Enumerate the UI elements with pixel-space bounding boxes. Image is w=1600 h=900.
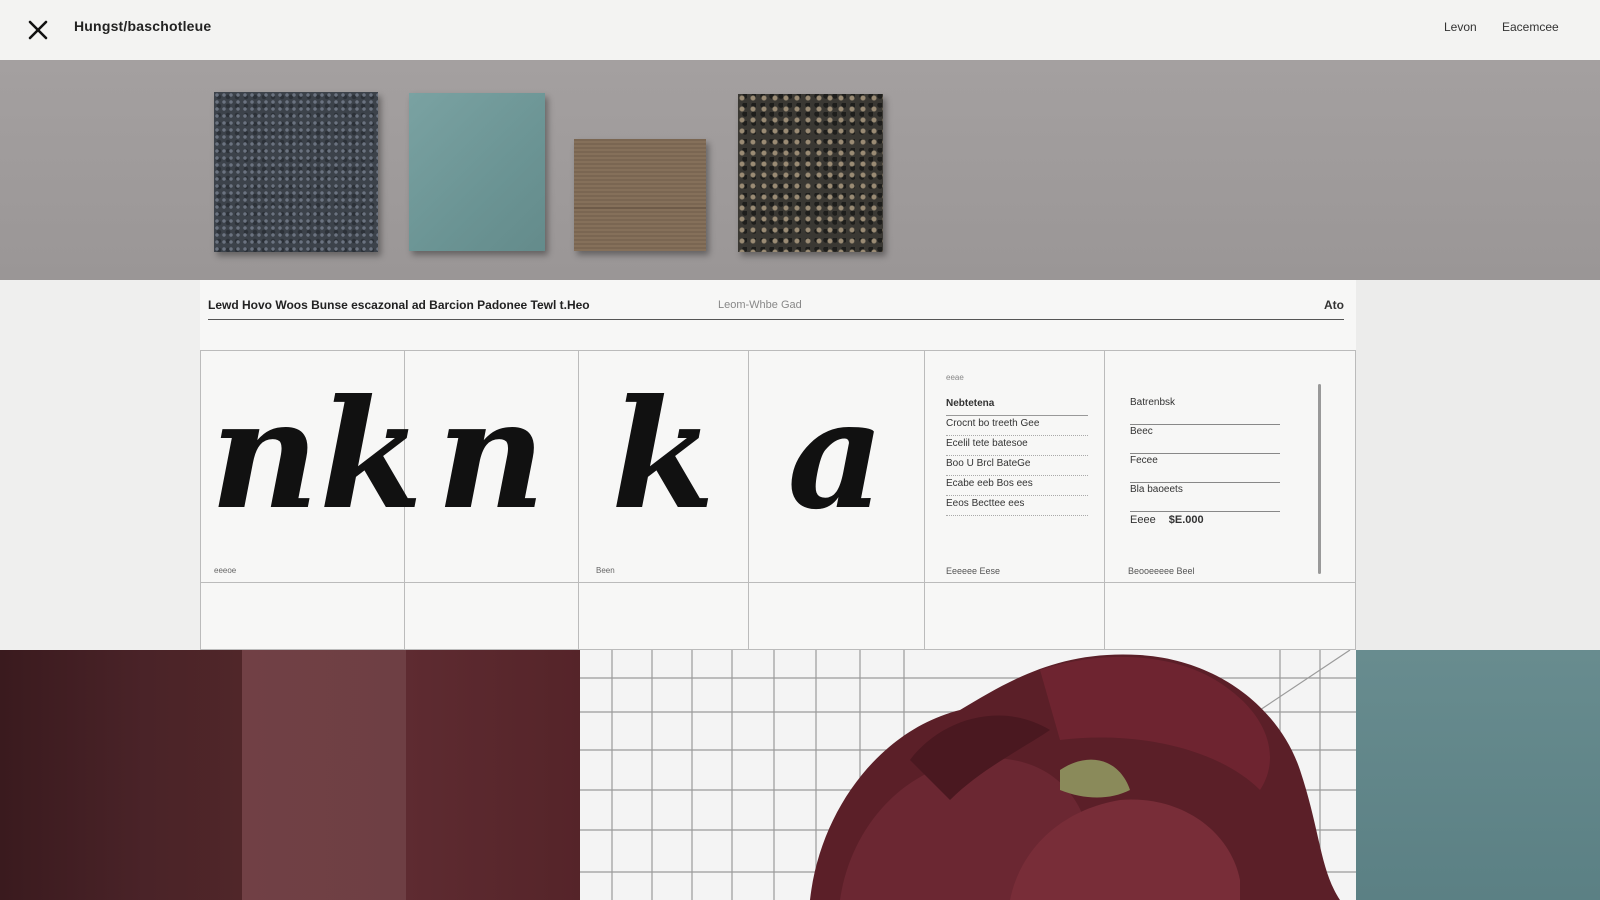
field-caption: Beooeeeee Beel [1128, 566, 1195, 576]
cell-caption: Been [596, 566, 615, 575]
color-swatch-burgundy-dark[interactable] [0, 650, 242, 900]
panel-title: Lewd Hovo Woos Bunse escazonal ad Barcio… [208, 298, 590, 312]
swatch-speckled-granite[interactable] [738, 94, 883, 252]
panel-subtitle[interactable]: Leom-Whbe Gad [718, 299, 802, 311]
glyph-specimen-1[interactable]: nk [210, 380, 423, 530]
cell-caption: eeeoe [214, 566, 237, 575]
scrollbar[interactable] [1318, 384, 1321, 574]
price-label: Eeee [1130, 514, 1156, 526]
top-bar: Hungst/baschotleue Levon Eacemcee [0, 0, 1600, 60]
swatch-dark-pebble[interactable] [214, 92, 378, 252]
spec-caption: Eeeeee Eese [946, 566, 1001, 576]
spec-row[interactable]: Boo U Brcl BateGe [946, 456, 1088, 476]
field-row[interactable]: Fecee [1130, 454, 1280, 483]
panel-header: Lewd Hovo Woos Bunse escazonal ad Barcio… [208, 298, 1344, 320]
close-icon[interactable] [24, 16, 52, 44]
spec-row[interactable]: Ecabe eeb Bos ees [946, 476, 1088, 496]
price-value: $E.000 [1168, 514, 1204, 526]
page-number: Ato [1324, 298, 1344, 312]
grid-divider [924, 350, 925, 650]
spec-label: eeae [946, 373, 964, 382]
field-row[interactable]: Beec [1130, 425, 1280, 454]
rose-image [580, 650, 1356, 900]
nav-link-1[interactable]: Levon [1444, 20, 1477, 34]
left-margin [0, 280, 200, 650]
nav-link-2[interactable]: Eacemcee [1502, 20, 1559, 34]
brand-title[interactable]: Hungst/baschotleue [74, 18, 211, 34]
swatch-teal-fabric[interactable] [409, 93, 545, 251]
swatch-seam [574, 207, 706, 209]
field-row[interactable]: Bla baoeets [1130, 483, 1280, 512]
spec-row[interactable]: Eeos Becttee ees [946, 496, 1088, 516]
rose-photo [580, 650, 1356, 900]
spec-row[interactable]: Nebtetena [946, 396, 1088, 416]
grid-divider-horizontal [200, 582, 1356, 583]
price-row: Eeee $E.000 [1130, 514, 1204, 526]
glyph-specimen-2[interactable]: n [404, 380, 578, 530]
glyph-specimen-4[interactable]: a [748, 380, 924, 530]
spec-row[interactable]: Crocnt bo treeth Gee [946, 416, 1088, 436]
swatch-brown-linen[interactable] [574, 139, 706, 251]
spec-row[interactable]: Ecelil tete batesoe [946, 436, 1088, 456]
glyph-specimen-3[interactable]: k [578, 380, 748, 530]
color-swatch-mauve[interactable] [242, 650, 406, 900]
right-margin [1356, 280, 1600, 650]
color-swatch-teal[interactable] [1356, 650, 1600, 900]
spec-list: Nebtetena Crocnt bo treeth Gee Ecelil te… [946, 396, 1088, 516]
material-swatch-band [0, 60, 1600, 280]
field-row[interactable]: Batrenbsk [1130, 396, 1280, 425]
grid-divider [1104, 350, 1105, 650]
color-swatch-wine[interactable] [406, 650, 580, 900]
field-list: Batrenbsk Beec Fecee Bla baoeets [1130, 396, 1280, 512]
